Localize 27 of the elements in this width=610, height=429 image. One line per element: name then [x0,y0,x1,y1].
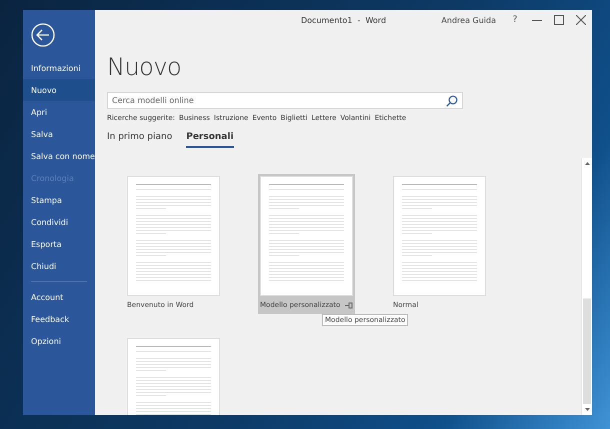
tab[interactable]: Personali [186,132,234,148]
sidebar-item[interactable]: Informazioni [23,57,95,79]
sidebar-item[interactable]: Salva [23,123,95,145]
pin-icon[interactable] [345,302,353,308]
window-title: Documento1 - Word [300,16,386,24]
help-button[interactable]: ? [504,11,526,29]
user-name: Andrea Guida [441,16,496,24]
sidebar-item[interactable]: Apri [23,101,95,123]
sidebar-item[interactable]: Salva con nome [23,145,95,167]
page-heading: Nuovo [107,52,182,82]
scrollbar[interactable] [581,158,592,415]
sidebar-item[interactable]: Account [23,286,95,308]
sidebar-item[interactable]: Stampa [23,189,95,211]
scroll-down-icon[interactable] [584,408,590,411]
scroll-up-icon[interactable] [584,162,590,165]
tab[interactable]: In primo piano [107,132,172,148]
sidebar-item[interactable]: Esporta [23,233,95,255]
sidebar-item[interactable]: Feedback [23,308,95,330]
search-icon[interactable] [446,95,458,107]
sidebar-item[interactable]: Opzioni [23,330,95,352]
maximize-icon [554,15,564,25]
search-field[interactable]: Cerca modelli online [107,92,463,109]
close-icon [576,15,586,25]
sidebar-item[interactable]: Nuovo [23,79,95,101]
sidebar-item[interactable]: Condividi [23,211,95,233]
back-button[interactable] [31,23,55,47]
sidebar-item[interactable]: Chiudi [23,255,95,277]
